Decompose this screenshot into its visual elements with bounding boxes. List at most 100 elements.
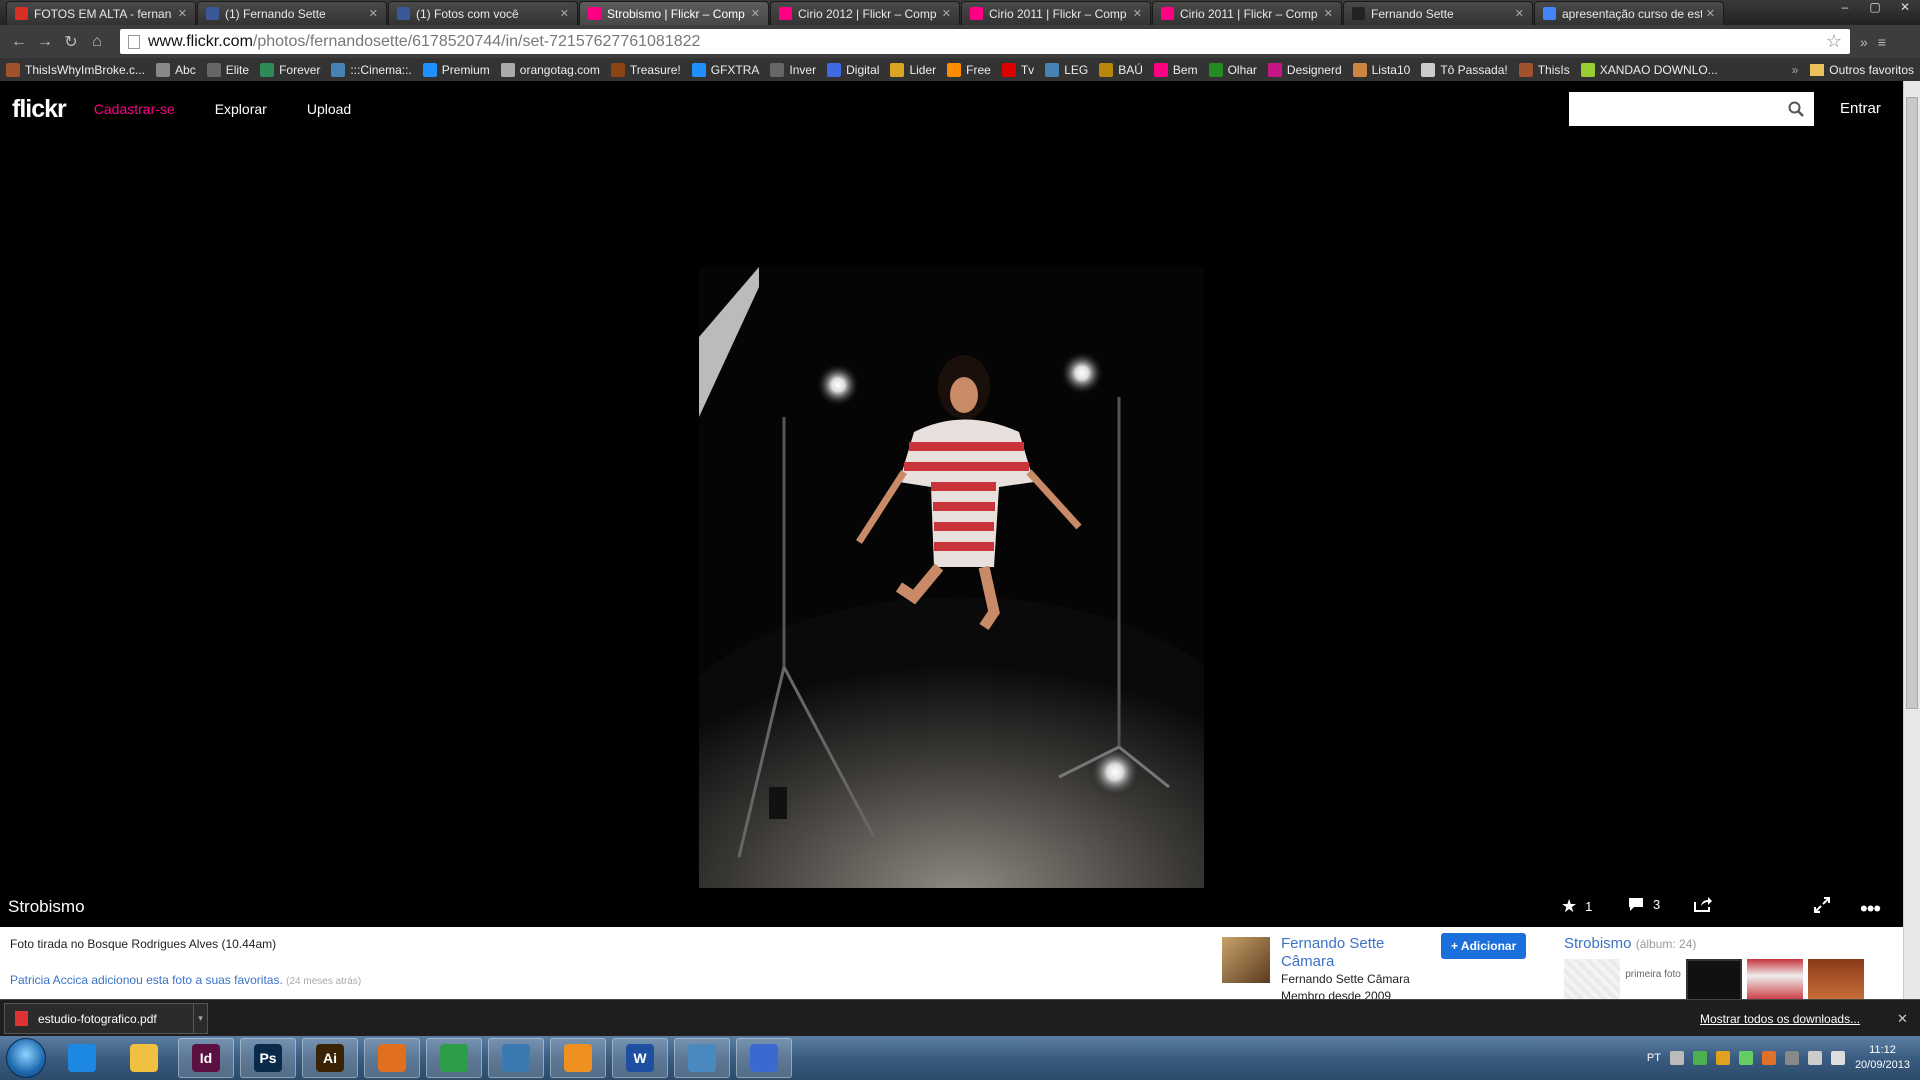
close-tab-icon[interactable]: ✕ — [560, 7, 569, 20]
nav-explore[interactable]: Explorar — [215, 101, 267, 117]
bookmark-item[interactable]: Premium — [422, 62, 490, 77]
close-tab-icon[interactable]: ✕ — [1706, 7, 1715, 20]
bookmark-item[interactable]: :::Cinema::. — [331, 62, 412, 77]
close-tab-icon[interactable]: ✕ — [369, 7, 378, 20]
menu-icon[interactable]: ≡ — [1878, 34, 1886, 50]
bookmark-item[interactable]: Bem — [1153, 62, 1198, 77]
bookmark-item[interactable]: BAÚ — [1099, 62, 1143, 77]
close-window-icon[interactable]: ✕ — [1890, 0, 1920, 14]
taskbar-app-ie[interactable] — [54, 1038, 110, 1078]
taskbar-app-itunes[interactable] — [736, 1038, 792, 1078]
close-tab-icon[interactable]: ✕ — [1324, 7, 1333, 20]
download-item[interactable]: estudio-fotografico.pdf ▾ — [4, 1003, 208, 1034]
back-arrow-icon[interactable]: ← — [6, 33, 32, 51]
tray-icon[interactable] — [1738, 1051, 1753, 1065]
tray-icon[interactable] — [1784, 1051, 1799, 1065]
fave-button[interactable]: ★ 1 — [1561, 896, 1592, 917]
bookmark-item[interactable]: Lista10 — [1352, 62, 1410, 77]
thumb-next-2[interactable] — [1808, 959, 1864, 1001]
scrollbar-thumb[interactable] — [1906, 97, 1918, 709]
language-indicator[interactable]: PT — [1647, 1052, 1661, 1064]
close-tab-icon[interactable]: ✕ — [1515, 7, 1524, 20]
taskbar-app-chrome[interactable] — [426, 1038, 482, 1078]
bookmark-item[interactable]: Free — [947, 62, 991, 77]
taskbar-app-word[interactable]: W — [612, 1038, 668, 1078]
start-button[interactable] — [6, 1038, 46, 1078]
share-button[interactable] — [1693, 896, 1713, 912]
taskbar-app-indesign[interactable]: Id — [178, 1038, 234, 1078]
bookmark-item[interactable]: XANDAO DOWNLO... — [1580, 62, 1718, 77]
browser-tab[interactable]: Cirio 2011 | Flickr – Comp ✕ — [1152, 1, 1342, 25]
browser-tab[interactable]: Fernando Sette ✕ — [1343, 1, 1533, 25]
signin-link[interactable]: Entrar — [1840, 100, 1881, 117]
comments-button[interactable]: 3 — [1627, 896, 1660, 912]
taskbar-app-media[interactable] — [364, 1038, 420, 1078]
bookmark-item[interactable]: ThisIsWhyImBroke.c... — [6, 62, 145, 77]
taskbar-app-explorer[interactable] — [116, 1038, 172, 1078]
bookmark-item[interactable]: GFXTRA — [691, 62, 759, 77]
taskbar-app-illustrator[interactable]: Ai — [302, 1038, 358, 1078]
bookmark-item[interactable]: LEG — [1045, 62, 1088, 77]
bookmark-item[interactable]: Treasure! — [610, 62, 681, 77]
add-contact-button[interactable]: + Adicionar — [1441, 933, 1527, 959]
bookmark-item[interactable]: Inver — [770, 62, 816, 77]
bookmark-item[interactable]: Tv — [1001, 62, 1034, 77]
clock[interactable]: 11:12 20/09/2013 — [1855, 1043, 1910, 1073]
bookmark-item[interactable]: Forever — [260, 62, 320, 77]
browser-tab[interactable]: FOTOS EM ALTA - fernan ✕ — [6, 1, 196, 25]
tray-icon[interactable] — [1761, 1051, 1776, 1065]
home-icon[interactable]: ⌂ — [84, 33, 110, 51]
taskbar-app-network[interactable] — [488, 1038, 544, 1078]
album-link[interactable]: Strobismo — [1564, 935, 1632, 952]
browser-tab[interactable]: Cirio 2011 | Flickr – Comp ✕ — [961, 1, 1151, 25]
bookmark-item[interactable]: Digital — [827, 62, 879, 77]
browser-tab[interactable]: apresentação curso de est ✕ — [1534, 1, 1724, 25]
tray-icon[interactable] — [1692, 1051, 1707, 1065]
taskbar-app-photoshop[interactable]: Ps — [240, 1038, 296, 1078]
bookmarks-overflow-icon[interactable]: » — [1792, 63, 1799, 77]
nav-signup[interactable]: Cadastrar-se — [94, 101, 175, 117]
nav-upload[interactable]: Upload — [307, 101, 351, 117]
maximize-icon[interactable]: ▢ — [1860, 0, 1890, 14]
more-button[interactable]: ••• — [1860, 896, 1881, 922]
browser-tab[interactable]: Cirio 2012 | Flickr – Comp ✕ — [770, 1, 960, 25]
close-tab-icon[interactable]: ✕ — [942, 7, 951, 20]
bookmark-item[interactable]: Designerd — [1267, 62, 1342, 77]
show-all-downloads-link[interactable]: Mostrar todos os downloads... — [1700, 1012, 1860, 1026]
owner-avatar[interactable] — [1222, 937, 1270, 983]
search-input[interactable] — [1569, 92, 1814, 126]
tray-icon[interactable] — [1715, 1051, 1730, 1065]
tray-icon[interactable] — [1830, 1051, 1845, 1065]
tray-icon[interactable] — [1669, 1051, 1684, 1065]
other-bookmarks[interactable]: » Outros favoritos — [1792, 63, 1914, 77]
thumb-next[interactable] — [1747, 959, 1803, 1001]
thumb-current[interactable] — [1686, 959, 1742, 1001]
bookmark-item[interactable]: Abc — [156, 62, 196, 77]
bookmark-item[interactable]: Elite — [206, 62, 249, 77]
flickr-logo[interactable]: flickr — [12, 95, 67, 124]
download-menu-arrow-icon[interactable]: ▾ — [193, 1004, 207, 1033]
browser-tab[interactable]: (1) Fernando Sette ✕ — [197, 1, 387, 25]
close-tab-icon[interactable]: ✕ — [178, 7, 187, 20]
tray-icon[interactable] — [1807, 1051, 1822, 1065]
address-bar[interactable]: www.flickr.com /photos/fernandosette/617… — [120, 29, 1850, 54]
forward-arrow-icon[interactable]: → — [32, 33, 58, 51]
extensions-chevron-icon[interactable]: » — [1860, 34, 1868, 50]
bookmark-item[interactable]: orangotag.com — [500, 62, 600, 77]
browser-tab[interactable]: Strobismo | Flickr – Comp ✕ — [579, 1, 769, 25]
bookmark-item[interactable]: Lider — [890, 62, 936, 77]
taskbar-app-messenger[interactable] — [550, 1038, 606, 1078]
reload-icon[interactable]: ↻ — [58, 32, 84, 52]
owner-name-link[interactable]: Fernando Sette Câmara — [1281, 935, 1431, 971]
main-photo[interactable] — [699, 267, 1204, 888]
minimize-icon[interactable]: – — [1830, 0, 1860, 14]
fullscreen-button[interactable] — [1813, 896, 1831, 914]
taskbar-app-remote[interactable] — [674, 1038, 730, 1078]
bookmark-item[interactable]: Tô Passada! — [1421, 62, 1508, 77]
close-downloads-icon[interactable]: ✕ — [1897, 1011, 1908, 1027]
browser-tab[interactable]: (1) Fotos com você ✕ — [388, 1, 578, 25]
bookmark-star-icon[interactable]: ☆ — [1826, 31, 1842, 52]
search-icon[interactable] — [1788, 101, 1804, 117]
favorite-text[interactable]: Patricia Accica adicionou esta foto a su… — [10, 973, 283, 987]
bookmark-item[interactable]: Olhar — [1208, 62, 1257, 77]
